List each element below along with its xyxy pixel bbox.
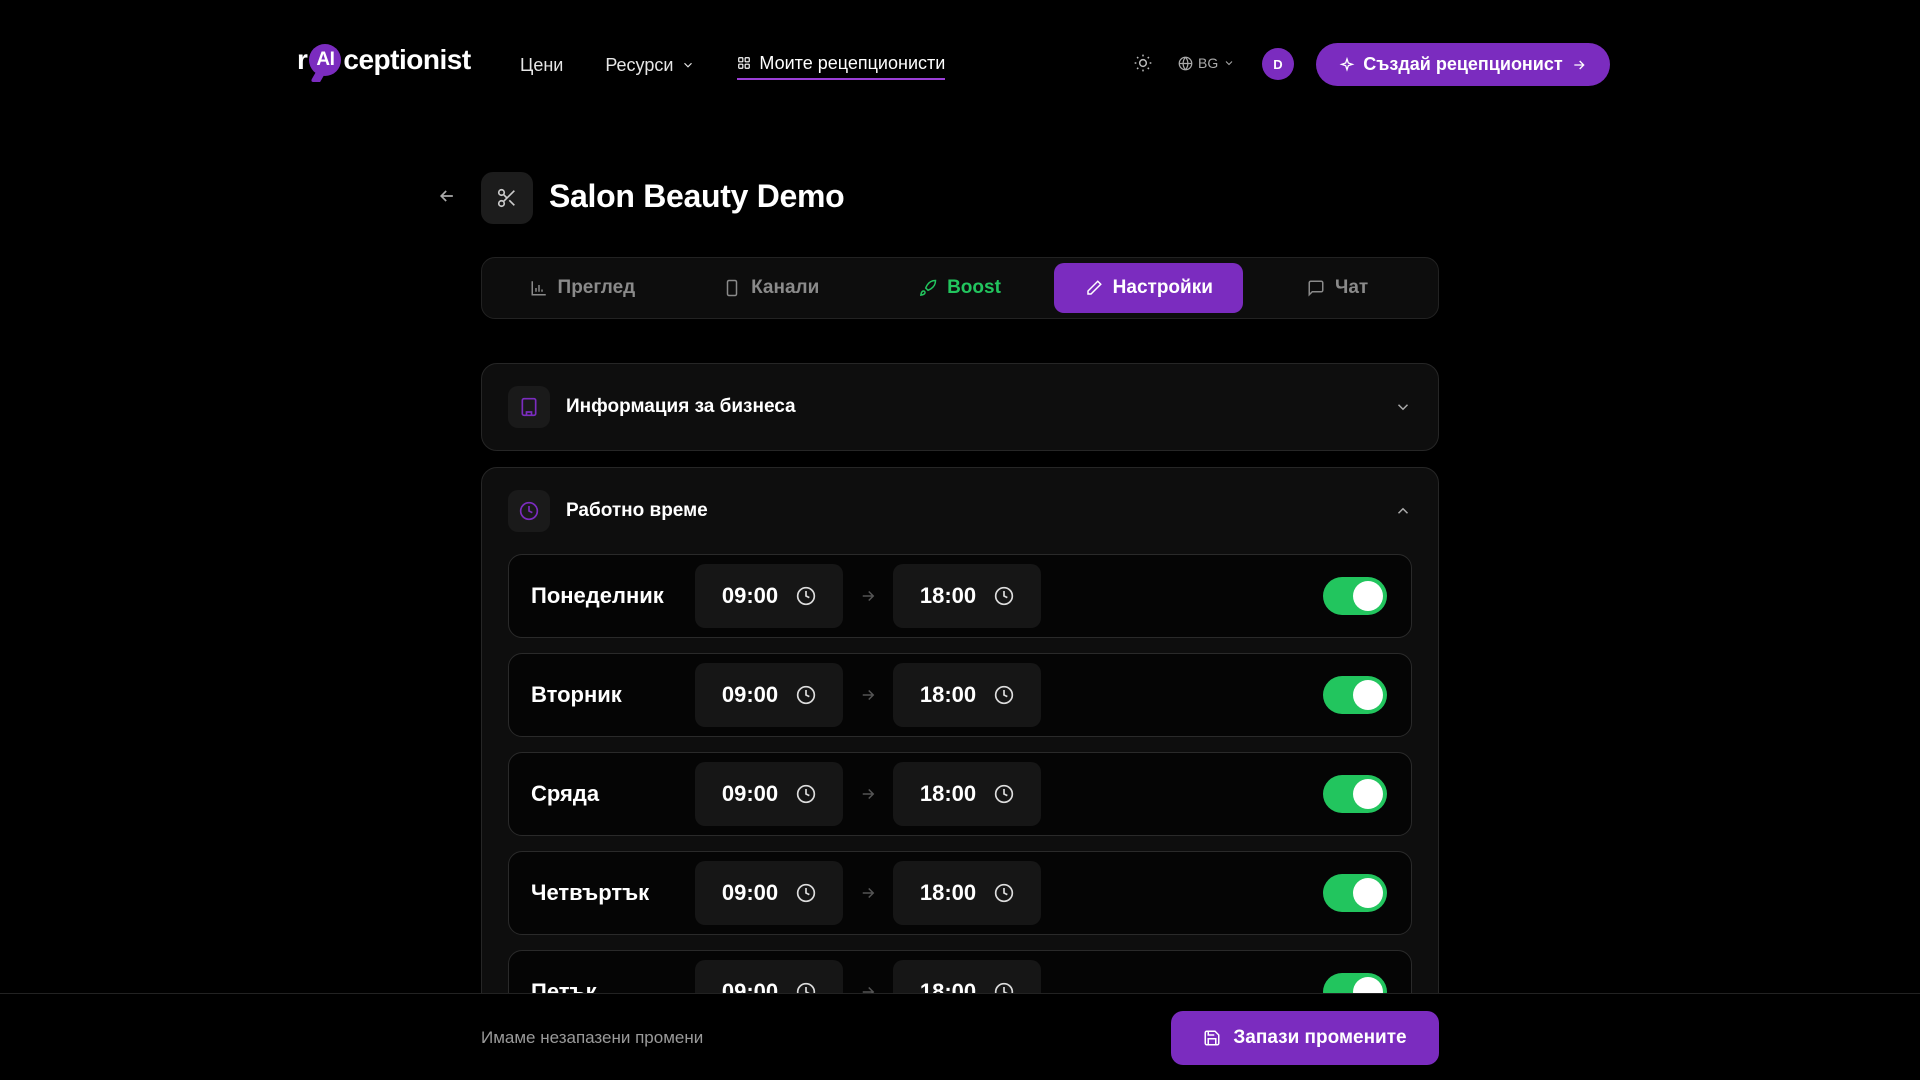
working-hours-section: Работно време Понеделник 09:00 18:00 Вто…: [481, 467, 1439, 1080]
rocket-icon: [920, 279, 937, 297]
day-enabled-toggle[interactable]: [1323, 676, 1387, 714]
clock-icon: [796, 586, 816, 606]
unsaved-changes-bar: Имаме незапазени промени Запази променит…: [0, 993, 1920, 1080]
clock-icon: [796, 883, 816, 903]
create-receptionist-button[interactable]: Създай рецепционист: [1316, 43, 1610, 86]
tab-channels[interactable]: Канали: [677, 263, 866, 313]
arrow-right-icon: [862, 689, 875, 701]
close-time-input[interactable]: 18:00: [893, 762, 1041, 826]
chevron-down-icon: [684, 62, 693, 68]
arrow-right-icon: [862, 590, 875, 602]
open-time-input[interactable]: 09:00: [695, 564, 843, 628]
close-time-input[interactable]: 18:00: [893, 564, 1041, 628]
day-row-wednesday: Сряда 09:00 18:00: [508, 752, 1412, 836]
day-enabled-toggle[interactable]: [1323, 775, 1387, 813]
tab-chat[interactable]: Чат: [1243, 263, 1432, 313]
nav-link-resources[interactable]: Ресурси: [605, 50, 695, 80]
working-hours-header[interactable]: Работно време: [482, 468, 1438, 554]
business-info-section: Информация за бизнеса: [481, 363, 1439, 451]
grid-icon: [738, 57, 751, 69]
scissors-icon: [481, 172, 533, 224]
clock-icon: [994, 685, 1014, 705]
day-row-thursday: Четвъртък 09:00 18:00: [508, 851, 1412, 935]
tab-settings[interactable]: Настройки: [1054, 263, 1244, 313]
arrow-right-icon: [862, 788, 875, 800]
logo-ai-badge: AI: [309, 44, 342, 76]
nav-links: Цени Ресурси Моите рецепционисти: [520, 50, 987, 80]
section-title: Работно време: [566, 500, 708, 521]
bar-chart-icon: [531, 281, 546, 296]
business-info-header[interactable]: Информация за бизнеса: [482, 364, 1438, 450]
arrow-right-icon: [1574, 60, 1585, 69]
section-title: Информация за бизнеса: [566, 396, 796, 417]
close-time-input[interactable]: 18:00: [893, 861, 1041, 925]
save-changes-button[interactable]: Запази промените: [1171, 1011, 1439, 1065]
clock-icon: [796, 685, 816, 705]
chevron-down-icon[interactable]: [1394, 398, 1412, 416]
close-time-input[interactable]: 18:00: [893, 663, 1041, 727]
arrow-right-icon: [862, 887, 875, 899]
sun-icon[interactable]: [1133, 53, 1153, 73]
sparkle-icon: [1339, 56, 1355, 72]
tab-overview[interactable]: Преглед: [488, 263, 677, 313]
unsaved-message: Имаме незапазени промени: [481, 1028, 704, 1047]
chat-icon: [1308, 280, 1324, 297]
top-nav: r AI ceptionist Цени Ресурси Моите рецеп…: [0, 0, 1920, 128]
logo-suffix: ceptionist: [343, 44, 471, 75]
save-icon: [1204, 1030, 1220, 1046]
day-row-monday: Понеделник 09:00 18:00: [508, 554, 1412, 638]
back-arrow-icon[interactable]: [437, 186, 457, 206]
nav-link-pricing[interactable]: Цени: [520, 50, 563, 80]
pencil-icon: [1086, 280, 1102, 295]
open-time-input[interactable]: 09:00: [695, 762, 843, 826]
globe-icon: [1178, 56, 1193, 70]
clock-icon: [508, 490, 550, 532]
avatar[interactable]: D: [1262, 48, 1294, 80]
phone-icon: [726, 279, 738, 297]
clock-icon: [994, 883, 1014, 903]
page-title: Salon Beauty Demo: [549, 178, 845, 214]
day-enabled-toggle[interactable]: [1323, 874, 1387, 912]
building-icon: [508, 386, 550, 428]
day-row-tuesday: Вторник 09:00 18:00: [508, 653, 1412, 737]
open-time-input[interactable]: 09:00: [695, 663, 843, 727]
language-selector[interactable]: BG: [1178, 51, 1235, 75]
clock-icon: [994, 586, 1014, 606]
chevron-down-icon: [1225, 61, 1233, 66]
open-time-input[interactable]: 09:00: [695, 861, 843, 925]
logo-prefix: r: [297, 44, 308, 75]
tab-bar: Преглед Канали Boost Настройки Чат: [481, 257, 1439, 319]
clock-icon: [796, 784, 816, 804]
day-enabled-toggle[interactable]: [1323, 577, 1387, 615]
nav-link-my-receptionists[interactable]: Моите рецепционисти: [737, 50, 946, 80]
chevron-up-icon[interactable]: [1394, 502, 1412, 520]
tab-boost[interactable]: Boost: [866, 263, 1055, 313]
clock-icon: [994, 784, 1014, 804]
logo[interactable]: r AI ceptionist: [297, 44, 471, 76]
